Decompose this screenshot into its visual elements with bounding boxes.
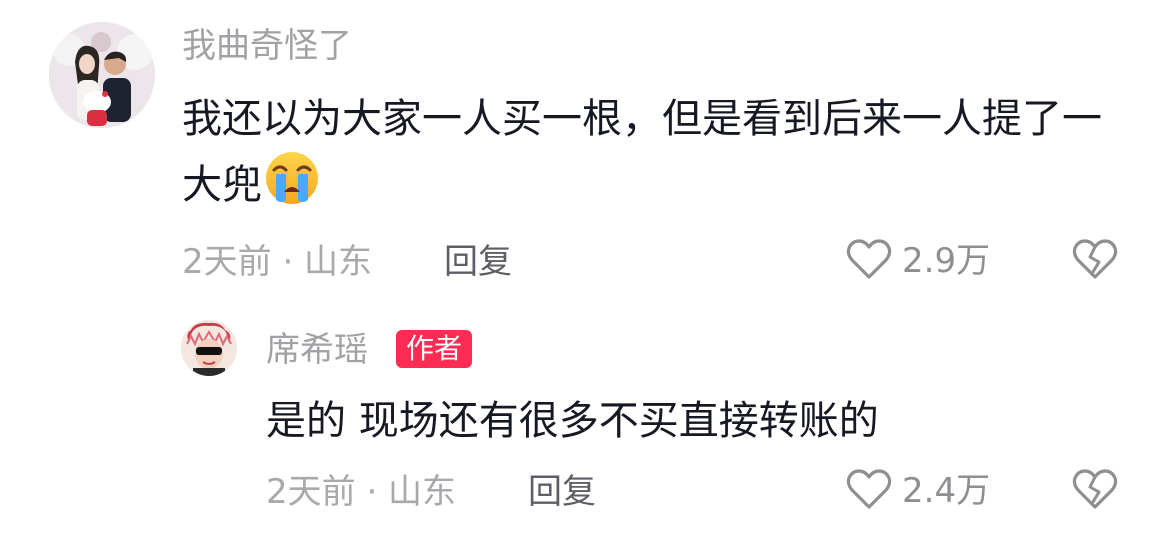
- reply-time-location: 2天前 · 山东: [266, 472, 457, 512]
- broken-heart-icon[interactable]: [1072, 468, 1118, 514]
- loudly-crying-face-icon: [264, 150, 320, 224]
- reply-item: 席希瑶 作者 是的 现场还有很多不买直接转账的 2天前 · 山东 回复 2.4万: [0, 300, 1170, 540]
- like-button[interactable]: 2.9万: [846, 238, 990, 284]
- reply-button[interactable]: 回复: [528, 472, 596, 512]
- comment-text: 我还以为大家一人买一根，但是看到后来一人提了一大兜: [182, 88, 1132, 224]
- like-count: 2.4万: [902, 471, 991, 511]
- like-count: 2.9万: [902, 241, 991, 281]
- replier-username[interactable]: 席希瑶: [266, 330, 368, 370]
- commenter-avatar[interactable]: [49, 22, 155, 128]
- replier-avatar[interactable]: [181, 320, 237, 376]
- comment-item: 我曲奇怪了 我还以为大家一人买一根，但是看到后来一人提了一大兜 2天前 · 山东…: [0, 0, 1170, 300]
- comment-body: 我还以为大家一人买一根，但是看到后来一人提了一大兜: [182, 96, 1102, 208]
- broken-heart-icon[interactable]: [1072, 238, 1118, 284]
- like-button[interactable]: 2.4万: [846, 468, 990, 514]
- commenter-username[interactable]: 我曲奇怪了: [182, 26, 352, 66]
- comment-time-location: 2天前 · 山东: [182, 242, 373, 282]
- heart-outline-icon[interactable]: [846, 238, 892, 284]
- reply-button[interactable]: 回复: [444, 242, 512, 282]
- reply-text: 是的 现场还有很多不买直接转账的: [266, 398, 879, 444]
- author-badge: 作者: [396, 330, 473, 368]
- heart-outline-icon[interactable]: [846, 468, 892, 514]
